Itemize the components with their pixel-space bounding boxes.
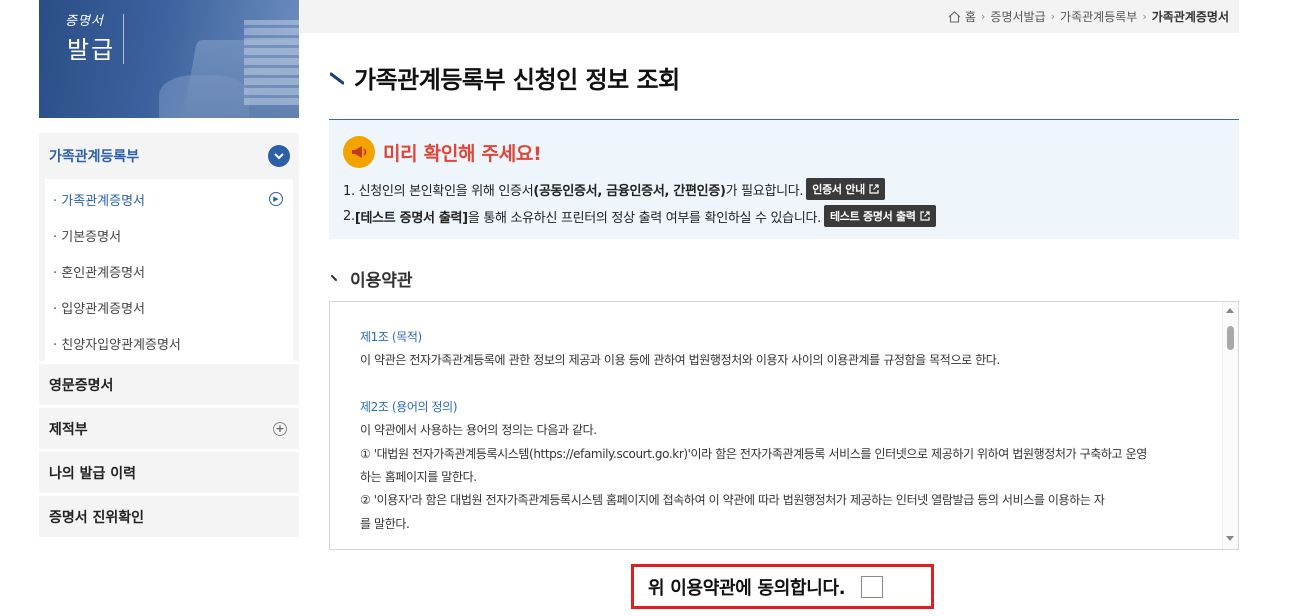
agree-terms-label[interactable]: 위 이용약관에 동의합니다. xyxy=(648,574,846,600)
agree-terms-checkbox[interactable] xyxy=(861,575,884,598)
scrollbar-thumb[interactable] xyxy=(1227,326,1234,350)
notice-panel: 미리 확인해 주세요! 1. 신청인의 본인확인을 위해 인증서 (공동인증서, … xyxy=(329,119,1239,239)
sidebar-item-label: 영문증명서 xyxy=(49,377,114,394)
sidebar-menu: 가족관계등록부 · 가족관계증명서 ▶ · 기본증명서 · 혼인관계증명서 · … xyxy=(39,133,299,537)
breadcrumb-item[interactable]: 가족관계등록부 xyxy=(1060,8,1137,25)
breadcrumb: 홈 › 증명서발급 › 가족관계등록부 › 가족관계증명서 xyxy=(300,0,1239,33)
sidebar-item-marriage-cert[interactable]: · 혼인관계증명서 xyxy=(45,253,293,289)
sidebar-submenu: · 가족관계증명서 ▶ · 기본증명서 · 혼인관계증명서 · 입양관계증명서 … xyxy=(39,179,299,361)
notice-line-1: 1. 신청인의 본인확인을 위해 인증서 (공동인증서, 금융인증서, 간편인증)… xyxy=(343,178,885,200)
sidebar-item-label: 제적부 xyxy=(49,421,88,438)
agree-terms-area[interactable]: 위 이용약관에 동의합니다. xyxy=(631,564,934,609)
sidebar-item-adoption-cert[interactable]: · 입양관계증명서 xyxy=(45,289,293,325)
plus-circle-icon[interactable]: + xyxy=(273,422,287,436)
notice-text: 1. 신청인의 본인확인을 위해 인증서 xyxy=(343,183,534,199)
page-title-area: 가족관계등록부 신청인 정보 조회 xyxy=(330,60,680,95)
sidebar-item-full-adoption-cert[interactable]: · 친양자입양관계증명서 xyxy=(45,325,293,361)
home-icon[interactable] xyxy=(948,10,961,23)
sidebar-item-label: 나의 발급 이력 xyxy=(49,465,137,482)
external-link-icon xyxy=(920,211,930,221)
scroll-up-arrow-icon[interactable] xyxy=(1226,308,1234,313)
notice-text: 을 통해 소유하신 프린터의 정상 출력 여부를 확인하실 수 있습니다. xyxy=(467,210,821,226)
terms-heading: 이용약관 xyxy=(350,271,413,291)
chevron-down-icon[interactable] xyxy=(268,145,290,167)
vertical-scrollbar[interactable] xyxy=(1222,302,1238,549)
chevron-right-icon: › xyxy=(1142,10,1147,23)
article-1-title: 제1조 (목적) xyxy=(360,330,422,344)
notice-header: 미리 확인해 주세요! xyxy=(343,136,542,168)
sidebar-item-removed-register[interactable]: 제적부 + xyxy=(39,405,299,449)
notice-bold-text: (공동인증서, 금융인증서, 간편인증) xyxy=(533,183,726,199)
article-2-intro: 이 약관에서 사용하는 용어의 정의는 다음과 같다. xyxy=(360,423,597,438)
article-2-item: ② '이용자'라 함은 대법원 전자가족관계등록시스템 홈페이지에 접속하여 이… xyxy=(360,493,1105,508)
chevron-right-icon: › xyxy=(1050,10,1056,23)
page-title: 가족관계등록부 신청인 정보 조회 xyxy=(354,66,680,94)
article-2-item: 를 말한다. xyxy=(360,516,410,531)
external-link-icon xyxy=(869,184,879,194)
banner-divider xyxy=(123,14,124,64)
terms-content: 제1조 (목적) 이 약관은 전자가족관계등록에 관한 정보의 제공과 이용 등… xyxy=(360,326,1215,536)
notice-title: 미리 확인해 주세요! xyxy=(383,142,542,165)
megaphone-icon xyxy=(343,136,375,168)
test-print-button[interactable]: 테스트 증명서 출력 xyxy=(823,205,936,227)
sidebar-item-label: 증명서 진위확인 xyxy=(49,509,145,526)
heading-mark-icon xyxy=(331,274,337,281)
sidebar-item-authenticity-check[interactable]: 증명서 진위확인 xyxy=(39,493,299,537)
terms-scroll-box[interactable]: 제1조 (목적) 이 약관은 전자가족관계등록에 관한 정보의 제공과 이용 등… xyxy=(329,301,1239,550)
notice-text: 가 필요합니다. xyxy=(725,183,804,199)
play-circle-icon: ▶ xyxy=(269,192,283,206)
article-2-item: ① '대법원 전자가족관계등록시스템(https://efamily.scour… xyxy=(360,446,1147,461)
banner-small-text: 증명서 xyxy=(65,14,104,29)
notice-bold-text: [테스트 증명서 출력] xyxy=(354,210,468,226)
sidebar-item-label: · 기본증명서 xyxy=(53,229,122,245)
scroll-down-arrow-icon[interactable] xyxy=(1226,536,1234,541)
sidebar-item-label: · 입양관계증명서 xyxy=(53,301,145,317)
article-1-body: 이 약관은 전자가족관계등록에 관한 정보의 제공과 이용 등에 관하여 법원행… xyxy=(360,353,1000,368)
sidebar-item-label: · 친양자입양관계증명서 xyxy=(53,337,181,353)
sidebar-banner: 증명서 발급 xyxy=(39,0,299,118)
article-2-item: 하는 홈페이지를 말한다. xyxy=(360,470,477,485)
button-label: 인증서 안내 xyxy=(812,183,865,196)
sidebar-item-english-cert[interactable]: 영문증명서 xyxy=(39,361,299,405)
banner-big-text: 발급 xyxy=(67,36,116,64)
breadcrumb-item[interactable]: 증명서발급 xyxy=(990,8,1045,25)
terms-section-header: 이용약관 xyxy=(330,266,413,291)
title-mark-icon xyxy=(330,72,344,84)
certificate-guide-button[interactable]: 인증서 안내 xyxy=(806,178,885,200)
chevron-right-icon: › xyxy=(981,10,986,23)
sidebar-item-basic-cert[interactable]: · 기본증명서 xyxy=(45,217,293,253)
notice-line-2: 2. [테스트 증명서 출력] 을 통해 소유하신 프린터의 정상 출력 여부를 … xyxy=(343,205,936,227)
sidebar-item-issue-history[interactable]: 나의 발급 이력 xyxy=(39,449,299,493)
breadcrumb-home[interactable]: 홈 xyxy=(965,8,976,25)
article-2-title: 제2조 (용어의 정의) xyxy=(360,399,458,414)
sidebar-item-label: · 혼인관계증명서 xyxy=(53,265,145,281)
sidebar-section-family-registry[interactable]: 가족관계등록부 xyxy=(39,133,299,179)
banner-decoration xyxy=(244,20,299,105)
sidebar-item-label: · 가족관계증명서 xyxy=(53,193,145,209)
button-label: 테스트 증명서 출력 xyxy=(829,210,916,223)
notice-text: 2. xyxy=(343,208,355,224)
sidebar-section-label: 가족관계등록부 xyxy=(49,149,140,165)
sidebar-item-family-relation-cert[interactable]: · 가족관계증명서 ▶ xyxy=(45,181,293,217)
breadcrumb-current: 가족관계증명서 xyxy=(1151,10,1229,24)
